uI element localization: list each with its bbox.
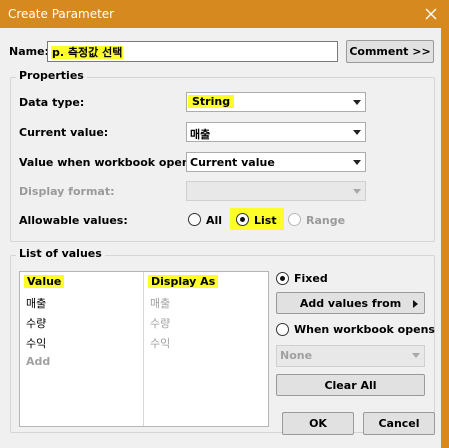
col-display-header: Display As [148, 275, 219, 288]
values-table[interactable]: Value Display As 매출 매출 수량 수량 수익 수익 Add [19, 271, 269, 427]
workbook-opens-label: Value when workbook opens: [19, 156, 201, 169]
display-format-select [186, 181, 366, 201]
chevron-down-icon [353, 189, 361, 194]
window-title: Create Parameter [8, 7, 115, 21]
radio-fixed[interactable] [276, 272, 289, 285]
data-type-select[interactable]: String [186, 92, 366, 112]
close-icon [425, 8, 437, 20]
clear-all-button[interactable]: Clear All [276, 374, 425, 396]
table-row-display[interactable]: 매출 [150, 295, 170, 311]
radio-when-opens-label: When workbook opens [294, 323, 435, 336]
window-border [445, 28, 449, 448]
name-label: Name: [9, 45, 49, 58]
cancel-button[interactable]: Cancel [363, 412, 435, 435]
display-format-label: Display format: [19, 185, 115, 198]
chevron-down-icon [412, 353, 420, 358]
comment-button[interactable]: Comment >> [346, 40, 434, 63]
chevron-down-icon [353, 100, 361, 105]
dialog-body: Name: p. 측정값 선택 Comment >> Properties Da… [0, 28, 445, 448]
table-row-value[interactable]: 수량 [26, 315, 46, 331]
radio-list[interactable] [236, 213, 249, 226]
add-values-from-button[interactable]: Add values from [276, 292, 425, 314]
radio-list-label: List [254, 214, 277, 227]
close-button[interactable] [419, 2, 443, 26]
table-row-display[interactable]: 수량 [150, 315, 170, 331]
radio-range [288, 213, 301, 226]
when-opens-value: None [280, 349, 313, 362]
chevron-right-icon [413, 300, 418, 308]
current-value-select[interactable]: 매출 [186, 122, 366, 142]
radio-fixed-label: Fixed [294, 272, 328, 285]
name-value: p. 측정값 선택 [51, 46, 124, 59]
data-type-label: Data type: [19, 96, 85, 109]
when-opens-select: None [276, 345, 425, 367]
title-bar: Create Parameter [0, 0, 449, 28]
table-row-display[interactable]: 수익 [150, 335, 170, 351]
ok-button[interactable]: OK [282, 412, 354, 435]
chevron-down-icon [353, 160, 361, 165]
chevron-down-icon [353, 130, 361, 135]
properties-title: Properties [16, 69, 87, 82]
add-row[interactable]: Add [26, 355, 50, 368]
name-input[interactable]: p. 측정값 선택 [47, 41, 338, 62]
add-values-from-label: Add values from [299, 296, 402, 310]
radio-when-opens[interactable] [276, 323, 289, 336]
radio-all[interactable] [188, 213, 201, 226]
current-value-value: 매출 [190, 128, 211, 141]
col-value-header: Value [24, 275, 65, 288]
current-value-label: Current value: [19, 126, 109, 139]
allowable-values-label: Allowable values: [19, 214, 128, 227]
radio-range-label: Range [306, 214, 346, 227]
workbook-opens-select[interactable]: Current value [186, 152, 366, 172]
radio-all-label: All [206, 214, 223, 227]
data-type-value: String [188, 95, 235, 108]
workbook-opens-value: Current value [190, 156, 275, 169]
list-values-title: List of values [16, 247, 105, 260]
table-row-value[interactable]: 매출 [26, 295, 46, 311]
table-row-value[interactable]: 수익 [26, 335, 46, 351]
